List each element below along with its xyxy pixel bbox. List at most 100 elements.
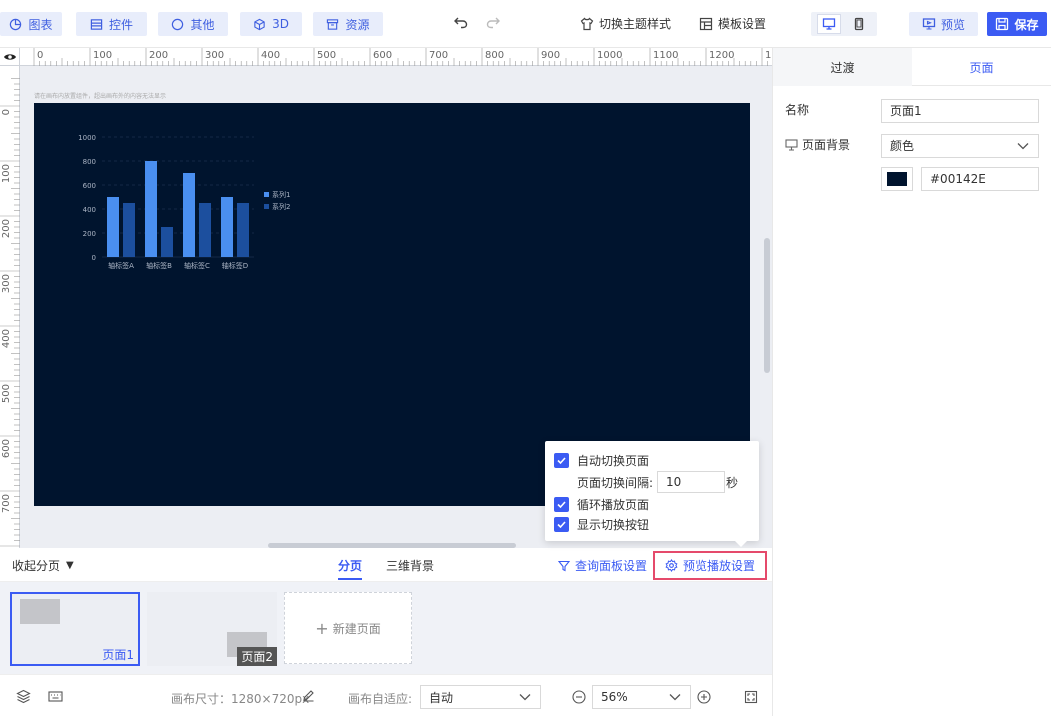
preview-play-settings-label: 预览播放设置 [682, 559, 755, 573]
chart-button[interactable]: 图表 [0, 12, 62, 36]
show-buttons-checkbox[interactable]: 显示切换按钮 [554, 516, 649, 533]
chevron-down-icon [519, 694, 531, 701]
page-2-label: 页面2 [237, 647, 277, 666]
x-tick-label: 轴标签D [222, 261, 248, 270]
tab-3d-background[interactable]: 三维背景 [386, 557, 434, 574]
page-thumbnail-1[interactable]: 页面1 [10, 592, 140, 666]
loop-checkbox[interactable]: 循环播放页面 [554, 496, 649, 513]
ruler-visibility-toggle[interactable] [0, 48, 20, 66]
page-thumbnails: 页面1 页面2 + 新建页面 [0, 582, 772, 674]
undo-icon[interactable] [453, 14, 469, 34]
color-swatch-fill [887, 172, 907, 186]
page-background-label-text: 页面背景 [802, 138, 851, 152]
interval-input[interactable]: 10 [657, 471, 726, 493]
caret-down-icon: ▼ [66, 560, 74, 571]
layers-icon[interactable] [16, 689, 31, 707]
query-panel-settings-link[interactable]: 查询面板设置 [558, 557, 647, 574]
keyboard-icon[interactable] [48, 690, 63, 706]
chart-button-label: 图表 [28, 17, 53, 32]
zoom-select[interactable]: 56% [592, 685, 691, 709]
auto-switch-label: 自动切换页面 [577, 454, 650, 468]
bar[interactable] [199, 203, 211, 257]
y-tick-label: 800 [83, 158, 96, 166]
bar[interactable] [183, 173, 195, 257]
background-color-swatch[interactable] [881, 167, 913, 191]
threed-button[interactable]: 3D [240, 12, 302, 36]
tab-pages[interactable]: 分页 [338, 557, 363, 580]
ruler-label: 1000 [597, 50, 622, 61]
bar[interactable] [123, 203, 135, 257]
control-button[interactable]: 控件 [76, 12, 147, 36]
horizontal-ruler[interactable]: 0 100 200 300 400 500 600 700 800 900 1000 1100 1200… [20, 48, 772, 66]
vertical-ruler[interactable]: 0 100 200 300 400 500 600 700 [0, 66, 20, 548]
legend-swatch [264, 204, 269, 209]
canvas-fit-value: 自动 [429, 690, 454, 705]
bottom-bar: 画布尺寸：1280×720px 画布自适应: 自动 56% [0, 674, 772, 716]
device-toggle [811, 12, 877, 36]
legend-label: 系列1 [272, 190, 290, 199]
collapse-pages-button[interactable]: 收起分页 ▼ [12, 557, 74, 574]
switch-theme-button[interactable]: 切换主题样式 [580, 15, 671, 32]
y-tick-label: 1000 [78, 134, 96, 142]
query-panel-settings-label: 查询面板设置 [575, 559, 648, 573]
filter-icon [558, 560, 570, 571]
ruler-label: 400 [1, 329, 12, 348]
vertical-scrollbar[interactable] [764, 238, 770, 373]
bar[interactable] [145, 161, 157, 257]
name-label: 名称 [785, 101, 809, 118]
bar[interactable] [237, 203, 249, 257]
page-thumbnail-2[interactable]: 页面2 [147, 592, 277, 666]
template-settings-button[interactable]: 模板设置 [699, 15, 766, 32]
new-page-button[interactable]: + 新建页面 [284, 592, 412, 664]
preview-play-settings-button[interactable]: 预览播放设置 [653, 551, 767, 580]
cube-icon [254, 18, 265, 30]
vertical-ruler-ticks: 0 100 200 300 400 500 600 700 [0, 78, 20, 547]
resource-button[interactable]: 资源 [313, 12, 383, 36]
bar[interactable] [161, 227, 173, 257]
phone-icon [854, 17, 864, 31]
ruler-label: 200 [1, 219, 12, 238]
save-button[interactable]: 保存 [987, 12, 1047, 36]
ruler-label: 0 [1, 109, 12, 115]
gear-icon [665, 559, 678, 572]
tab-page[interactable]: 页面 [912, 48, 1051, 86]
list-icon [90, 18, 103, 30]
edit-icon[interactable] [302, 689, 315, 705]
ruler-label: 100 [1, 164, 12, 183]
bar[interactable] [107, 197, 119, 257]
circle-icon [172, 18, 184, 30]
tab-transition[interactable]: 过渡 [773, 48, 912, 86]
other-button[interactable]: 其他 [158, 12, 228, 36]
preview-button[interactable]: 预览 [909, 12, 978, 36]
save-button-label: 保存 [1014, 17, 1039, 32]
canvas-fit-select[interactable]: 自动 [420, 685, 541, 709]
horizontal-ruler-ticks: 0 100 200 300 400 500 600 700 800 900 1000 1100 1200… [33, 48, 771, 66]
ruler-label: 300 [205, 50, 224, 61]
zoom-out-icon[interactable] [572, 690, 586, 707]
interval-row: 页面切换间隔: 10 秒 [577, 471, 738, 493]
save-icon [996, 17, 1009, 31]
desktop-view-button[interactable] [817, 14, 841, 34]
collapse-pages-label: 收起分页 [12, 559, 61, 573]
ruler-label: 1100 [653, 50, 678, 61]
bar-chart[interactable]: 0 200 400 600 800 1000 轴标签A 轴标签B 轴标签C 轴标签D 系列1 系列2 [74, 123, 334, 313]
mobile-view-button[interactable] [847, 14, 871, 34]
ruler-label: 0 [37, 50, 43, 61]
loop-label: 循环播放页面 [577, 498, 650, 512]
pager-bar: 收起分页 ▼ 分页 三维背景 查询面板设置 预览播放设置 [0, 548, 772, 582]
legend-label: 系列2 [272, 202, 290, 211]
background-type-select[interactable]: 颜色 [881, 134, 1039, 158]
canvas-fit-label: 画布自适应: [348, 692, 413, 706]
bar[interactable] [221, 197, 233, 257]
zoom-in-icon[interactable] [697, 690, 711, 707]
pie-chart-icon [10, 18, 22, 30]
ruler-label: 400 [261, 50, 280, 61]
fullscreen-icon[interactable] [744, 690, 758, 707]
background-color-input[interactable]: #00142E [921, 167, 1039, 191]
checkbox-checked-icon [554, 497, 569, 512]
properties-panel: 过渡 页面 名称 页面1 页面背景 颜色 #00142E [772, 48, 1051, 716]
page-name-input[interactable]: 页面1 [881, 99, 1039, 123]
redo-icon[interactable] [485, 14, 501, 34]
ruler-label: 700 [1, 494, 12, 513]
auto-switch-checkbox[interactable]: 自动切换页面 [554, 452, 649, 469]
